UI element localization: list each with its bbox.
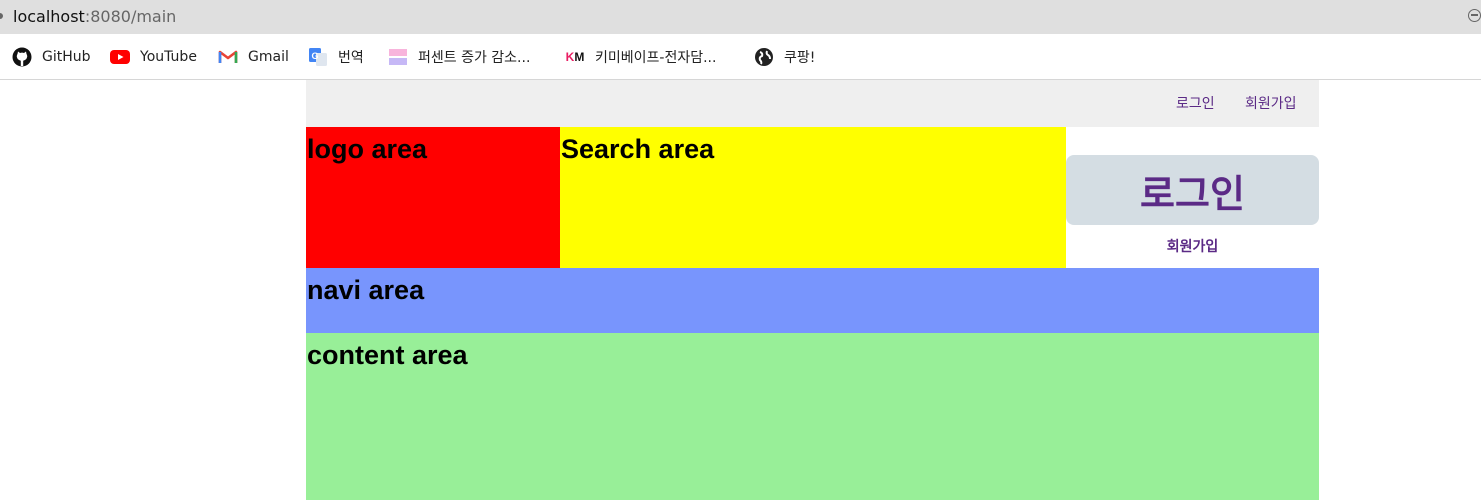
bookmark-gmail[interactable]: Gmail	[218, 46, 289, 68]
url-text[interactable]: localhost:8080/main	[13, 7, 176, 26]
join-link[interactable]: 회원가입	[1066, 236, 1319, 256]
login-area: 로그인 회원가입	[1066, 127, 1319, 268]
km-icon: KM	[565, 50, 585, 64]
translate-icon: G	[308, 47, 328, 67]
bookmarks-bar: GitHub YouTube Gmail G 번역 퍼센트 증가 감소... K…	[0, 34, 1481, 80]
bookmark-label: GitHub	[42, 49, 91, 65]
bookmark-percent[interactable]: 퍼센트 증가 감소...	[388, 46, 530, 68]
logo-area-title: logo area	[307, 134, 428, 164]
bookmark-label: 키미베이프-전자담...	[595, 50, 717, 66]
bookmark-label: Gmail	[248, 49, 289, 65]
bookmark-youtube[interactable]: YouTube	[110, 46, 197, 68]
login-button[interactable]: 로그인	[1066, 155, 1319, 225]
search-area: Search area	[560, 127, 1066, 268]
bookmark-github[interactable]: GitHub	[12, 46, 91, 68]
youtube-icon	[110, 47, 130, 67]
navi-area-title: navi area	[307, 275, 425, 305]
bookmark-coupang[interactable]: 쿠팡!	[754, 46, 815, 68]
bookmark-label: 퍼센트 증가 감소...	[418, 50, 531, 66]
header-login-link[interactable]: 로그인	[1176, 93, 1215, 113]
bookmark-label: 쿠팡!	[784, 50, 816, 66]
bookmark-label: YouTube	[140, 49, 197, 65]
page-info-icon[interactable]	[0, 13, 3, 19]
percent-icon	[388, 47, 408, 67]
bookmark-translate[interactable]: G 번역	[308, 46, 364, 68]
logo-area: logo area	[306, 127, 560, 268]
svg-text:G: G	[312, 51, 319, 61]
zoom-out-icon[interactable]	[1468, 9, 1481, 22]
search-area-title: Search area	[561, 134, 715, 164]
globe-icon	[754, 47, 774, 67]
navi-area: navi area	[306, 268, 1319, 333]
gmail-icon	[218, 47, 238, 67]
content-area: content area	[306, 333, 1319, 500]
top-bar: 로그인 회원가입	[306, 80, 1319, 127]
header-join-link[interactable]: 회원가입	[1245, 93, 1297, 113]
github-icon	[12, 47, 32, 67]
page-container: 로그인 회원가입 logo area Search area 로그인 회원가입 …	[306, 80, 1319, 500]
bookmark-label: 번역	[338, 50, 364, 66]
content-area-title: content area	[307, 340, 468, 370]
bookmark-kimivape[interactable]: KM 키미베이프-전자담...	[565, 46, 717, 68]
address-bar[interactable]: localhost:8080/main	[0, 0, 1481, 34]
